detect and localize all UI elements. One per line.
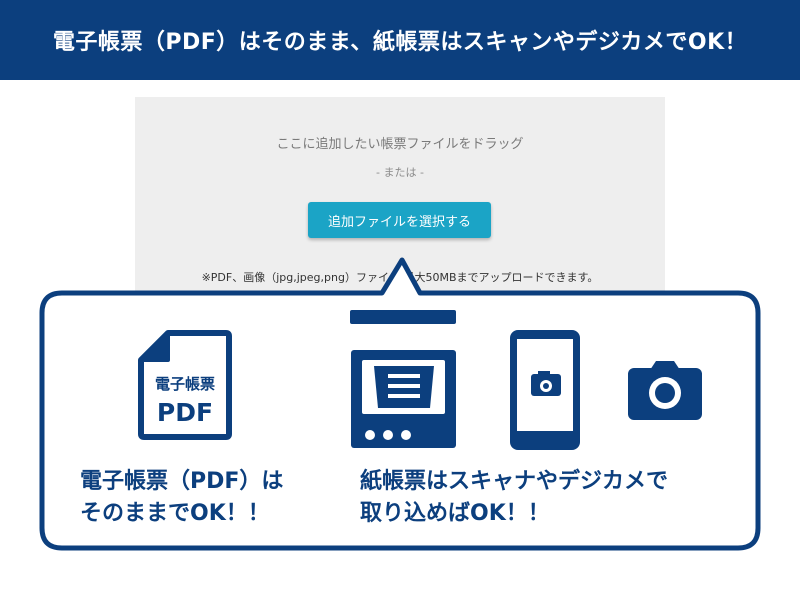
- scanner-icon: [350, 310, 456, 448]
- pdf-icon-text: PDF: [157, 398, 213, 427]
- paper-caption-line1: 紙帳票はスキャナやデジカメで: [360, 469, 669, 494]
- pdf-caption-line1: 電子帳票（PDF）は: [80, 469, 284, 494]
- pdf-caption-line2: そのままでOK！！: [80, 501, 270, 526]
- smartphone-camera-icon: [510, 330, 580, 450]
- camera-icon: [628, 361, 702, 420]
- paper-caption-line2: 取り込めばOK！！: [360, 501, 550, 526]
- paper-caption: 紙帳票はスキャナやデジカメで 取り込めばOK！！: [360, 466, 668, 530]
- pdf-icon-label: 電子帳票: [155, 375, 215, 393]
- pdf-caption: 電子帳票（PDF）は そのままでOK！！: [80, 466, 283, 530]
- pdf-document-icon: 電子帳票 PDF: [138, 330, 232, 440]
